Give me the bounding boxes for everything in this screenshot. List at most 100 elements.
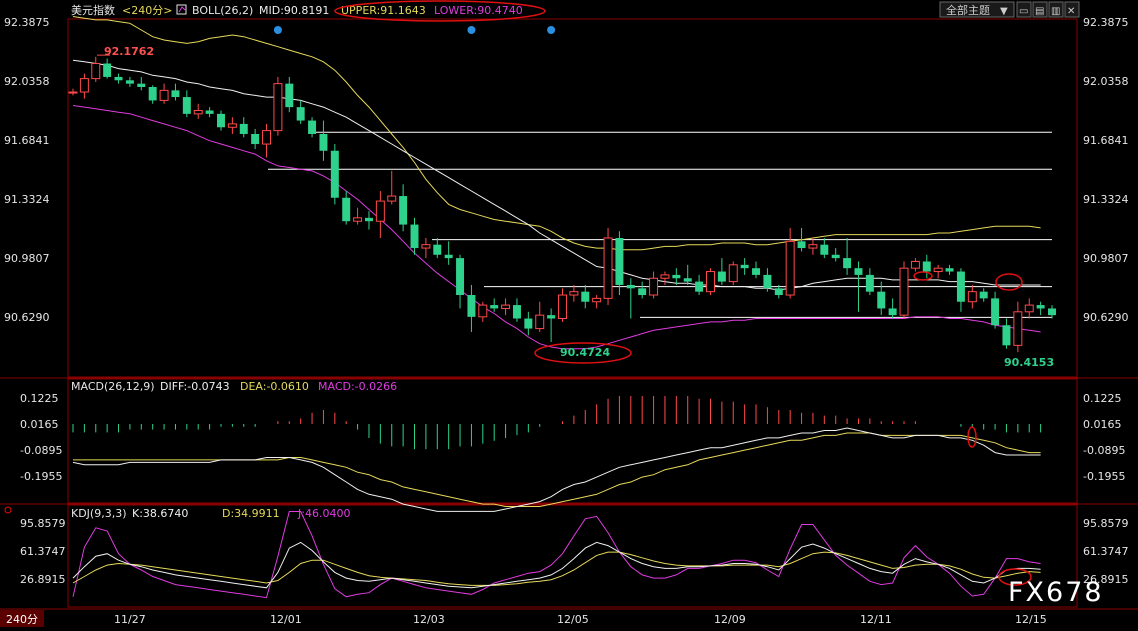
candle-body-down <box>433 244 442 255</box>
candle-body-down <box>945 268 954 272</box>
kdj-k: K:38.6740 <box>132 507 188 520</box>
price-tick-left: 91.6841 <box>4 134 50 147</box>
macd-value: MACD:-0.0266 <box>318 380 397 393</box>
candle-body-down <box>342 197 351 222</box>
candle-body-down <box>877 291 886 309</box>
candle-body-up <box>603 237 613 299</box>
candle-body-up <box>910 260 920 269</box>
price-tick-left: 90.6290 <box>4 311 50 324</box>
signal-dot <box>467 26 476 34</box>
candle-body-down <box>467 295 476 317</box>
price-tick-left: 92.3875 <box>4 16 50 29</box>
candle-body-down <box>956 271 965 302</box>
price-tick-left: 92.0358 <box>4 75 50 88</box>
candle-body-up <box>68 91 78 94</box>
candle-body-down <box>308 120 317 134</box>
candle-body-up <box>353 217 363 222</box>
price-tick-left: 91.3324 <box>4 193 50 206</box>
candle-body-down <box>854 268 863 275</box>
candle-body-up <box>808 244 818 249</box>
candle-body-down <box>364 217 373 222</box>
chart-root: 美元指数 <240分> BOLL(26,2) MID:90.8191 UPPER… <box>0 0 1138 627</box>
candle-body-up <box>501 304 511 309</box>
macd-dea: DEA:-0.0610 <box>240 380 309 393</box>
low-label: 90.4724 <box>560 346 610 359</box>
date-tick: 12/09 <box>714 613 746 626</box>
date-tick: 12/15 <box>1015 613 1047 626</box>
candle-body-down <box>615 237 624 285</box>
macd-tick-left: 0.0165 <box>20 418 59 431</box>
candle-body-down <box>683 278 692 282</box>
candle-body-up <box>785 240 795 296</box>
theme-button-label[interactable]: 全部主题 <box>946 3 990 17</box>
background <box>0 0 1138 627</box>
candle-body-up <box>967 291 977 303</box>
kdj-d: D:34.9911 <box>222 507 280 520</box>
watermark: FX678 <box>1008 577 1104 608</box>
candle-body-down <box>1036 305 1045 309</box>
candle-body-down <box>217 113 225 128</box>
period-badge[interactable]: 240分 <box>6 613 38 626</box>
macd-tick-left: -0.1955 <box>20 470 62 483</box>
candle-body-down <box>410 224 419 249</box>
period-label: <240分> <box>122 4 172 17</box>
kdj-label: KDJ(9,3,3) <box>71 507 127 520</box>
boll-lower: LOWER:90.4740 <box>434 4 523 17</box>
candle-body-down <box>1002 325 1011 346</box>
price-tick-right: 92.0358 <box>1083 75 1129 88</box>
candle-body-up <box>558 294 567 320</box>
candle-body-up <box>227 123 237 128</box>
candle-body-down <box>319 133 328 151</box>
candle-body-down <box>103 63 112 77</box>
candle-body-down <box>991 298 1000 326</box>
price-tick-right: 90.6290 <box>1083 311 1129 324</box>
theme-button[interactable]: 全部主题 ▼ <box>939 1 1015 18</box>
chevron-down-icon[interactable]: ▼ <box>1000 6 1008 17</box>
candle-body-up <box>706 271 715 293</box>
candle-body-down <box>456 258 465 296</box>
candle-body-up <box>728 264 738 283</box>
candle-body-down <box>330 150 339 198</box>
candle-body-down <box>740 264 749 269</box>
candle-body-down <box>752 268 761 275</box>
macd-tick-right: -0.0895 <box>1083 444 1125 457</box>
candle-body-down <box>979 291 988 299</box>
layout-icon[interactable]: ▤ <box>1035 6 1044 17</box>
candle-body-up <box>478 304 488 318</box>
candle-body-down <box>137 83 146 88</box>
candle-body-down <box>672 274 681 279</box>
title: 美元指数 <box>71 3 115 17</box>
candle-body-up <box>660 274 670 279</box>
candle-body-down <box>831 254 840 259</box>
price-tick-left: 90.9807 <box>4 252 50 265</box>
candle-body-down <box>774 288 783 296</box>
candle-body-up <box>899 267 909 316</box>
split-icon[interactable]: ▥ <box>1051 6 1060 17</box>
candle-body-up <box>649 277 659 296</box>
candle-body-down <box>512 305 521 319</box>
candle-body-up <box>262 130 272 145</box>
candle-body-up <box>91 63 101 80</box>
candle-body-up <box>387 195 397 202</box>
boll-label: BOLL(26,2) <box>192 4 253 17</box>
candle-body-up <box>159 89 169 101</box>
candle-body-up <box>535 314 545 330</box>
candle-body-up <box>1013 311 1023 346</box>
close-icon[interactable]: ✕ <box>1067 6 1075 17</box>
kdj-tick-left: 26.8915 <box>20 573 66 586</box>
candle-body-down <box>695 281 704 292</box>
candle-body-down <box>205 110 214 114</box>
candle-body-up <box>592 297 602 303</box>
kdj-tick-left: 95.8579 <box>20 517 66 530</box>
candle-body-up <box>193 109 203 115</box>
candle-body-up <box>375 200 385 222</box>
signal-dot <box>547 26 556 34</box>
date-tick: 12/03 <box>413 613 445 626</box>
candle-body-up <box>273 83 283 132</box>
macd-tick-right: 0.0165 <box>1083 418 1122 431</box>
candle-body-down <box>626 284 635 289</box>
signal-dot <box>273 26 282 34</box>
restore-icon[interactable]: ▭ <box>1019 6 1028 17</box>
price-tick-right: 91.3324 <box>1083 193 1129 206</box>
candle-body-down <box>865 274 874 292</box>
